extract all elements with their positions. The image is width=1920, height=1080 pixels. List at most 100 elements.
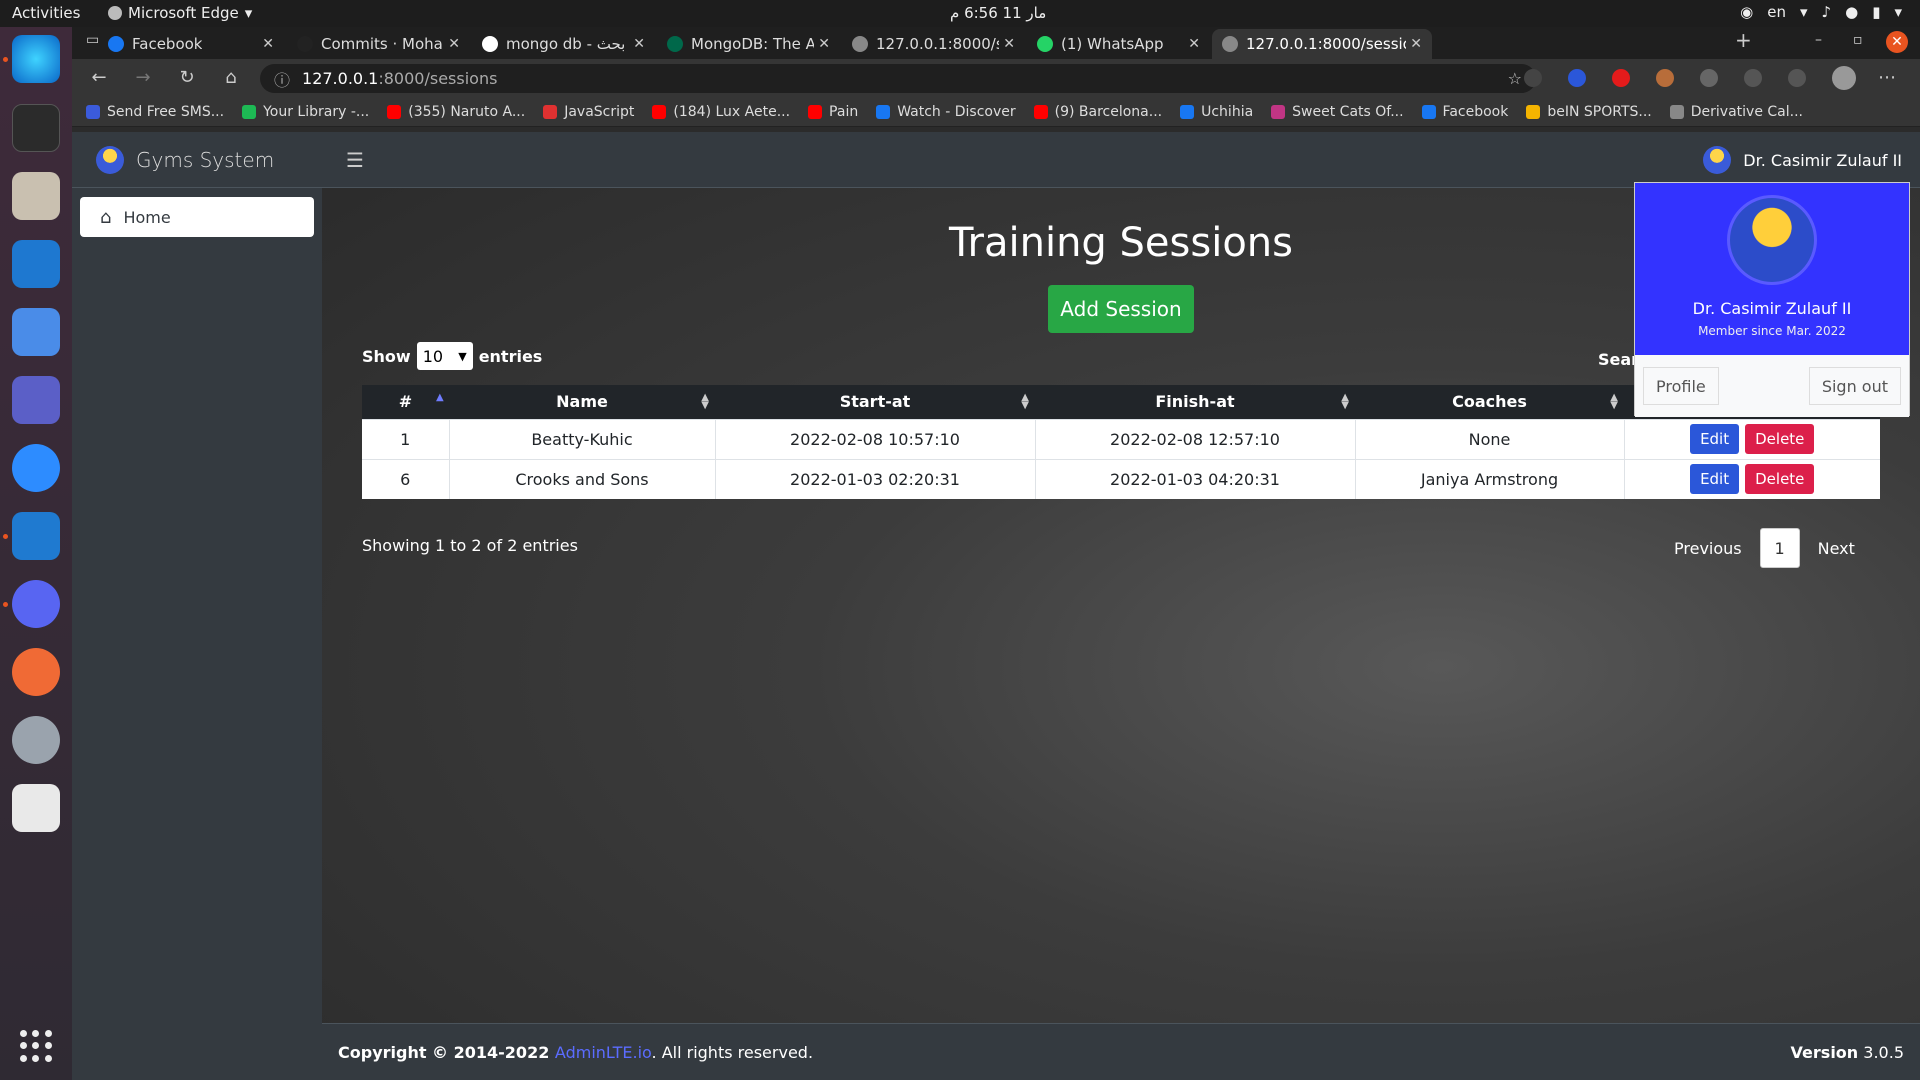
bookmark-item[interactable]: (355) Naruto A... xyxy=(387,104,525,120)
bookmark-item[interactable]: beIN SPORTS... xyxy=(1526,104,1652,120)
back-icon[interactable]: ← xyxy=(88,67,110,88)
profile-button[interactable]: Profile xyxy=(1643,367,1719,405)
page-button-current[interactable]: 1 xyxy=(1759,528,1800,568)
teams-dock-icon[interactable] xyxy=(12,376,60,424)
media-dock-icon[interactable] xyxy=(12,716,60,764)
bookmark-item[interactable]: Sweet Cats Of... xyxy=(1271,104,1404,120)
postman-dock-icon[interactable] xyxy=(12,648,60,696)
block-extension-icon[interactable] xyxy=(1568,69,1586,87)
files-dock-icon[interactable] xyxy=(12,172,60,220)
screenshot-dock-icon[interactable] xyxy=(12,308,60,356)
writer-dock-icon[interactable] xyxy=(12,240,60,288)
add-session-button[interactable]: Add Session xyxy=(1048,285,1194,333)
favorite-star-icon[interactable]: ☆ xyxy=(1508,69,1522,88)
terminal-dock-icon[interactable] xyxy=(12,104,60,152)
adminlte-link[interactable]: AdminLTE.io xyxy=(555,1043,652,1062)
browser-tab[interactable]: MongoDB: The Applicat✕ xyxy=(657,29,840,59)
address-bar[interactable]: ⓘ 127.0.0.1 :8000/sessions ☆ xyxy=(260,64,1536,93)
power-menu-icon[interactable]: ▾ xyxy=(1894,3,1902,21)
close-window-button[interactable]: ✕ xyxy=(1886,31,1908,53)
bookmark-item[interactable]: Your Library -... xyxy=(242,104,369,120)
browser-tab[interactable]: Commits · Mohamed15✕ xyxy=(287,29,470,59)
document-viewer-dock-icon[interactable] xyxy=(12,784,60,832)
clock[interactable]: مار 11 6:56 م xyxy=(950,4,1046,22)
browser-tab[interactable]: 127.0.0.1:8000/sessions✕ xyxy=(1212,29,1432,59)
previous-button[interactable]: Previous xyxy=(1674,539,1742,558)
bookmark-item[interactable]: Pain xyxy=(808,104,858,120)
minimize-button[interactable]: – xyxy=(1815,32,1822,48)
entries-label: entries xyxy=(478,346,543,366)
tab-label: mongo db - بحث Google xyxy=(506,35,629,53)
column-header-start[interactable]: Start-at ▲ ▼ xyxy=(715,385,1035,419)
cell-actions: Edit Delete xyxy=(1624,458,1880,499)
edge-dock-icon[interactable] xyxy=(12,35,60,83)
edit-button[interactable]: Edit xyxy=(1690,424,1740,454)
browser-tab[interactable]: Facebook ✕ xyxy=(98,29,284,59)
activities-button[interactable]: Activities xyxy=(12,4,80,22)
close-tab-icon[interactable]: ✕ xyxy=(1003,36,1015,52)
browser-tab[interactable]: (1) WhatsApp ✕ xyxy=(1027,29,1210,59)
opera-extension-icon[interactable] xyxy=(1612,69,1630,87)
collections-icon[interactable] xyxy=(1788,69,1806,87)
bookmark-item[interactable]: Send Free SMS... xyxy=(86,104,224,120)
browser-tab[interactable]: 127.0.0.1:8000/stripe✕ xyxy=(842,29,1025,59)
bookmark-item[interactable]: JavaScript xyxy=(543,104,634,120)
vscode-dock-icon[interactable] xyxy=(12,512,60,560)
close-tab-icon[interactable]: ✕ xyxy=(633,36,645,52)
bookmark-item[interactable]: Watch - Discover xyxy=(876,104,1016,120)
extension-icon[interactable] xyxy=(1524,69,1542,87)
delete-button[interactable]: Delete xyxy=(1745,424,1815,454)
brand-link[interactable]: Gyms System xyxy=(72,132,322,188)
new-tab-button[interactable]: + xyxy=(1735,28,1752,52)
browser-tab[interactable]: mongo db - بحث Google✕ xyxy=(472,29,655,59)
language-indicator[interactable]: en xyxy=(1767,3,1786,21)
delete-button[interactable]: Delete xyxy=(1745,464,1815,495)
bookmark-item[interactable]: (9) Barcelona... xyxy=(1033,104,1162,120)
show-label: Show xyxy=(362,346,411,366)
column-header-finish[interactable]: Finish-at ▲ ▼ xyxy=(1035,385,1355,419)
system-tray[interactable]: ◉ en ▾ ♪ ● ▮ ▾ xyxy=(1740,3,1902,21)
close-tab-icon[interactable]: ✕ xyxy=(818,36,830,52)
sign-out-button[interactable]: Sign out xyxy=(1808,367,1901,405)
bookmark-item[interactable]: Uchihia xyxy=(1180,104,1253,120)
user-menu-toggle[interactable]: Dr. Casimir Zulauf II xyxy=(1703,146,1902,174)
column-header-id[interactable]: # ▲ xyxy=(362,385,449,419)
app-menu[interactable]: Microsoft Edge ▾ xyxy=(108,4,252,22)
close-tab-icon[interactable]: ✕ xyxy=(1410,36,1422,52)
bookmark-favicon-icon xyxy=(86,104,100,119)
close-tab-icon[interactable]: ✕ xyxy=(448,36,460,52)
show-applications-icon[interactable] xyxy=(20,1030,52,1062)
menu-toggle-icon[interactable]: ☰ xyxy=(346,148,364,172)
cookie-extension-icon[interactable] xyxy=(1656,69,1674,87)
battery-icon[interactable]: ▮ xyxy=(1872,3,1880,21)
cell-name: Beatty-Kuhic xyxy=(449,418,716,459)
reload-icon[interactable]: ↻ xyxy=(176,67,198,88)
more-menu-icon[interactable]: ⋯ xyxy=(1876,67,1898,88)
volume-icon[interactable]: ♪ xyxy=(1822,3,1832,21)
forward-icon[interactable]: → xyxy=(132,67,154,88)
profile-avatar-icon[interactable] xyxy=(1832,66,1856,90)
discord-dock-icon[interactable] xyxy=(12,580,60,628)
site-info-icon[interactable]: ⓘ xyxy=(274,67,290,91)
bookmark-item[interactable]: (184) Lux Aete... xyxy=(652,104,790,120)
sidebar-item-home[interactable]: ⌂ Home xyxy=(80,197,314,237)
wifi-icon[interactable]: ▾ xyxy=(1800,3,1808,21)
bookmark-item[interactable]: Derivative Cal... xyxy=(1669,104,1803,120)
column-header-name[interactable]: Name ▲ ▼ xyxy=(449,385,715,419)
mic-icon[interactable]: ● xyxy=(1845,3,1858,21)
extensions-icon[interactable] xyxy=(1700,69,1718,87)
close-tab-icon[interactable]: ✕ xyxy=(262,36,274,52)
close-tab-icon[interactable]: ✕ xyxy=(1188,36,1200,52)
home-icon[interactable]: ⌂ xyxy=(220,67,242,88)
bookmark-item[interactable]: Facebook xyxy=(1421,104,1508,120)
entries-select[interactable]: 10 ▼ xyxy=(416,342,473,370)
cell-actions: Edit Delete xyxy=(1624,418,1880,459)
edit-button[interactable]: Edit xyxy=(1690,464,1740,495)
zoom-dock-icon[interactable] xyxy=(12,444,60,492)
next-button[interactable]: Next xyxy=(1818,539,1855,558)
favorites-icon[interactable] xyxy=(1744,69,1762,87)
column-header-coaches[interactable]: Coaches ▲ ▼ xyxy=(1355,385,1624,419)
restore-button[interactable]: ▫ xyxy=(1853,32,1863,48)
show-entries: Show 10 ▼ entries xyxy=(362,342,542,370)
discord-tray-icon[interactable]: ◉ xyxy=(1740,3,1753,21)
